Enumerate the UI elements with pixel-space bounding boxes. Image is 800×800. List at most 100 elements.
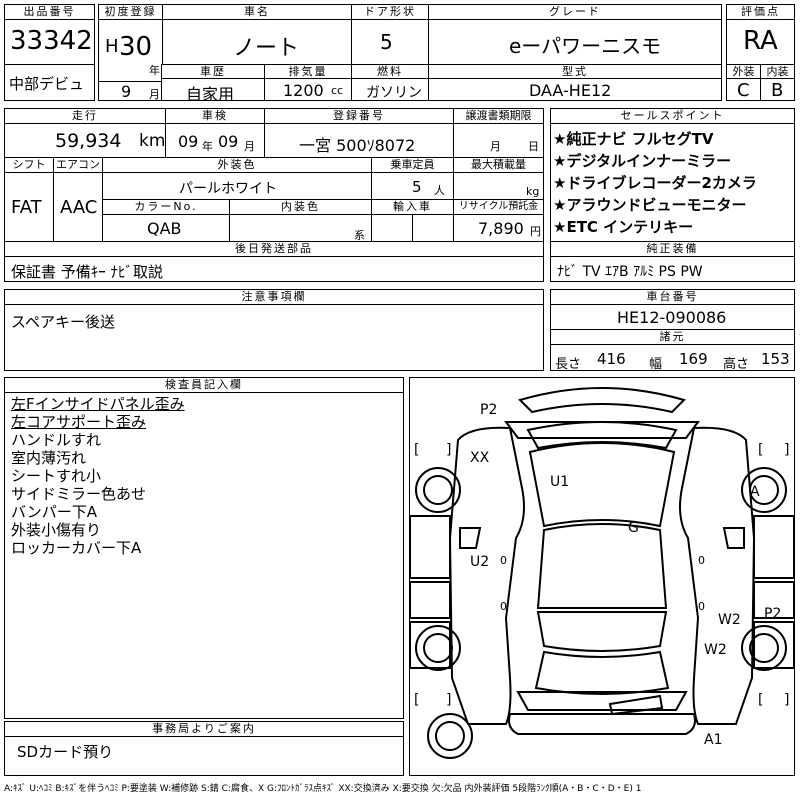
inspection-year: 09: [178, 132, 199, 151]
panel-zero-mark: 0: [500, 600, 507, 613]
right-fender-shape: [753, 515, 795, 579]
grade-cell: eーパワーニスモ: [428, 19, 722, 65]
rear-light-shape: [608, 694, 664, 716]
shift-cell: FAT: [4, 172, 54, 242]
exterior-grade-label: 外装: [726, 64, 761, 79]
grade-label: グレード: [428, 4, 722, 20]
inspector-note-item: ハンドルすれ: [11, 431, 102, 449]
width-label: 幅: [649, 357, 663, 371]
caution-label: 注意事項欄: [4, 289, 544, 305]
exterior-color-value: パールホワイト: [179, 181, 277, 197]
inspection-year-suffix: 年: [202, 140, 213, 153]
recycle-label: リサイクル預託金: [453, 199, 544, 215]
panel-zero-mark: 0: [698, 600, 705, 613]
trunk-shape: [534, 650, 670, 695]
mileage-unit: km: [139, 131, 166, 151]
damage-mark: W2: [718, 612, 741, 628]
score-value: RA: [743, 26, 778, 56]
left-fender-shape: [409, 515, 451, 579]
bracket-mark: ]: [784, 442, 789, 458]
first-registration-label: 初度登録: [98, 4, 163, 20]
model-cell: DAA-HE12: [428, 78, 722, 101]
bracket-mark: [: [758, 692, 763, 708]
shift-label: シフト: [4, 157, 54, 173]
genuine-equipment-label: 純正装備: [550, 241, 795, 257]
score-cell: RA: [726, 19, 795, 65]
interior-grade-value: B: [771, 80, 784, 101]
sales-point-item: ★デジタルインナーミラー: [553, 152, 732, 170]
inspection-month-suffix: 月: [244, 140, 255, 153]
left-body-shape: [448, 426, 525, 725]
region-cell: 中部デビュ: [4, 64, 95, 101]
interior-color-cell: 系: [229, 214, 372, 242]
color-number-cell: QAB: [102, 214, 230, 242]
bracket-mark: ]: [446, 442, 451, 458]
max-load-unit: kg: [526, 185, 540, 198]
damage-mark: U2: [470, 554, 489, 570]
month-cell: 9 月: [98, 81, 163, 101]
capacity-unit: 人: [434, 184, 445, 197]
year-suffix: 年: [149, 64, 160, 77]
grade-value: eーパワーニスモ: [509, 34, 662, 58]
damage-mark: A: [750, 484, 760, 500]
bracket-mark: [: [414, 442, 419, 458]
displacement-unit: cc: [331, 84, 344, 97]
left-front-door-shape: [409, 581, 451, 619]
rear-window-shape: [536, 611, 668, 652]
inspector-note-item: 外装小傷有り: [11, 521, 102, 539]
hood-front-shape: [504, 421, 700, 439]
interior-grade-cell: B: [760, 78, 795, 101]
later-parts-label: 後日発送部品: [4, 241, 544, 257]
capacity-label: 乗車定員: [371, 157, 454, 173]
windshield-top-shape: [526, 421, 678, 450]
interior-color-label: 内装色: [229, 199, 372, 215]
legend-footer: A:ｷｽﾞ U:ﾍｺﾐ B:ｷｽﾞを伴うﾍｺﾐ P:要塗装 W:補修跡 S:錆 …: [4, 784, 642, 794]
inspector-note-item: 室内薄汚れ: [11, 449, 87, 467]
capacity-cell: 5 人: [371, 172, 454, 200]
length-label: 長さ: [555, 357, 582, 371]
model-value: DAA-HE12: [529, 81, 612, 100]
inspector-note-item: 左コアサポート歪み: [11, 413, 147, 431]
bracket-mark: ]: [784, 692, 789, 708]
wheel-rear-right-shape: [741, 625, 787, 671]
left-mirror-shape: [459, 527, 482, 549]
spare-tire-shape: [427, 713, 473, 759]
chassis-number-cell: HE12-090086: [550, 304, 795, 330]
ac-value: AAC: [60, 197, 98, 218]
import-label: 輸入車: [371, 199, 454, 215]
import-cell-b: [412, 214, 454, 242]
score-label: 評価点: [726, 4, 795, 20]
recycle-cell: 7,890 円: [453, 214, 544, 242]
office-notice-value: SDカード預り: [17, 743, 114, 761]
chassis-number-label: 車台番号: [550, 289, 795, 305]
lot-number-cell: 33342: [4, 19, 95, 65]
sales-point-item: ★純正ナビ フルセグTV: [553, 130, 714, 148]
damage-mark: U1: [550, 474, 569, 490]
panel-zero-mark: 0: [500, 554, 507, 567]
specs-label: 諸元: [550, 329, 795, 345]
history-cell: 自家用: [161, 78, 265, 101]
office-notice-cell: SDカード預り: [4, 736, 404, 776]
height-label: 高さ: [723, 357, 750, 371]
fuel-cell: ガソリン: [351, 78, 429, 101]
wheel-rear-left-inner-shape: [423, 633, 453, 663]
damage-mark: G: [628, 520, 639, 536]
history-label: 車歴: [161, 64, 265, 79]
caution-cell: スペアキー後送: [4, 304, 544, 371]
interior-grade-label: 内装: [760, 64, 795, 79]
front-bumper-shape: [518, 387, 686, 414]
wheel-front-right-shape: [741, 467, 787, 513]
inspector-notes-list: 左Fインサイドパネル歪み 左コアサポート歪み ハンドルすれ 室内薄汚れ シートす…: [4, 392, 404, 719]
damage-mark: XX: [470, 450, 490, 466]
damage-mark: P2: [764, 606, 781, 622]
history-value: 自家用: [186, 85, 235, 101]
import-cell-a: [371, 214, 413, 242]
inspector-note-item: バンパー下A: [11, 503, 98, 521]
color-number-label: カラーNo.: [102, 199, 230, 215]
height-value: 153: [761, 350, 790, 368]
right-mirror-shape: [722, 527, 745, 549]
bracket-mark: [: [758, 442, 763, 458]
sales-point-item: ★アラウンドビューモニター: [553, 196, 747, 214]
chassis-number-value: HE12-090086: [617, 308, 727, 327]
damage-mark: W2: [704, 642, 727, 658]
